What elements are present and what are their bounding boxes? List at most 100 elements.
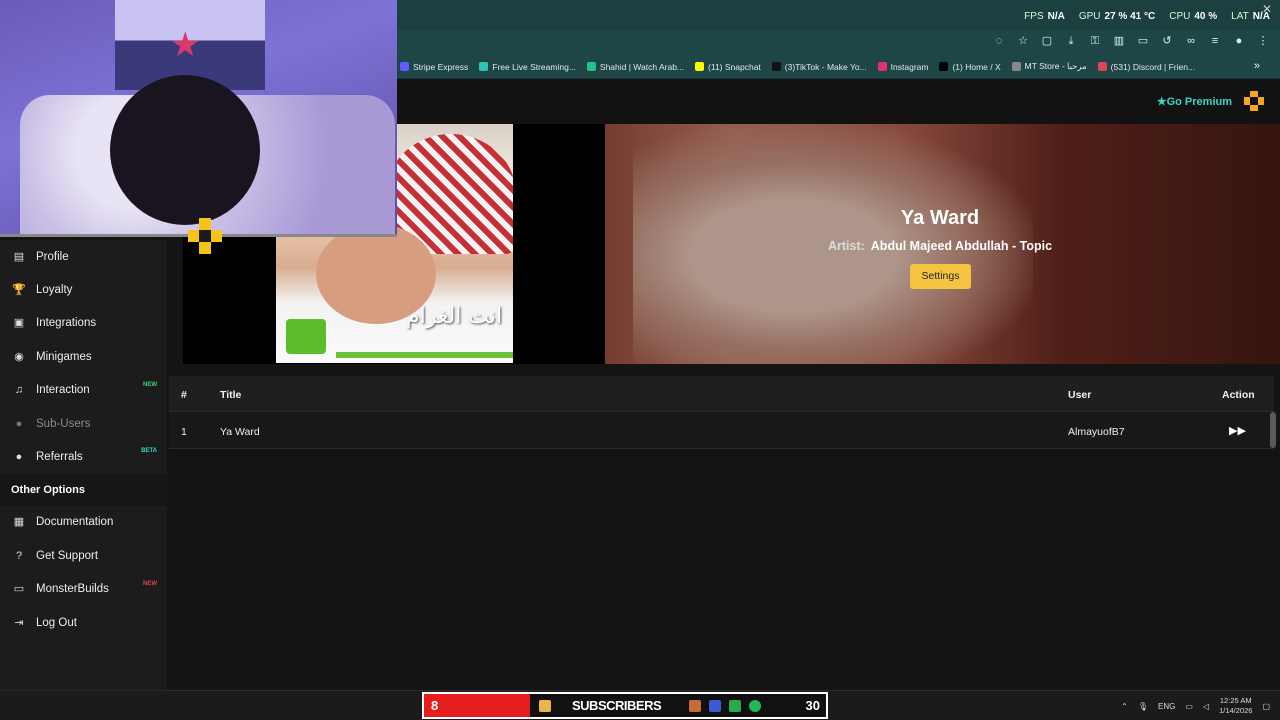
bookmark-label: (531) Discord | Frien... xyxy=(1110,61,1196,72)
artist-line: Artist: Abdul Majeed Abdullah - Topic xyxy=(780,239,1100,253)
chevron-right-icon[interactable]: » xyxy=(1254,60,1260,72)
sidebar-item-interaction[interactable]: ♫ Interaction NEW xyxy=(0,374,167,407)
taskbar: 8 SUBSCRIBERS 30 ⌃ 🎙 ENG ▭ ◁ 12:25 AM 1/… xyxy=(0,690,1280,720)
brand-logo-icon xyxy=(188,218,222,254)
go-premium-link[interactable]: ★Go Premium xyxy=(1157,95,1232,108)
spotify-icon[interactable] xyxy=(749,700,761,712)
toolbar-icons: ◌ ☆ ▢ ⤓ ⚿ ▥ ▭ ↺ ∞ ≡ ● ⋮ xyxy=(992,34,1270,48)
bookmark-favicon-icon xyxy=(877,62,887,71)
user-group-icon: ● xyxy=(15,451,23,464)
skip-forward-icon[interactable]: ▶▶ xyxy=(1229,424,1246,438)
sidebar-main-items: ▤ Profile 🏆 Loyalty ▣ Integrations ◉ Minigames ♫… xyxy=(0,240,167,474)
sidebar-item-label: Documentation xyxy=(36,516,114,529)
bookmark-item[interactable]: Instagram xyxy=(877,62,928,72)
microphone-icon[interactable]: 🎙 xyxy=(1138,702,1148,711)
row-user: AlmayuofB7 xyxy=(1068,426,1125,438)
reading-list-icon[interactable]: ≡ xyxy=(1208,34,1222,48)
folder-icon[interactable] xyxy=(539,700,551,712)
bookmark-label: Stripe Express xyxy=(413,61,469,72)
music-icon: ♫ xyxy=(14,384,24,397)
menu-icon[interactable]: ⋮ xyxy=(1256,34,1270,48)
sidebar-item-documentation[interactable]: ▦ Documentation xyxy=(0,506,167,539)
key-icon[interactable]: ⚿ xyxy=(1088,34,1102,48)
app-icon[interactable] xyxy=(709,700,721,712)
users-icon: ● xyxy=(15,417,23,430)
bookmark-favicon-icon xyxy=(771,62,781,71)
bookmark-favicon-icon xyxy=(479,62,489,71)
clock[interactable]: 12:25 AM 1/14/2026 xyxy=(1219,696,1252,716)
sidebar-badge: NEW xyxy=(143,381,157,388)
laptop-icon: ▭ xyxy=(13,583,25,596)
gpu-temp: 41 °C xyxy=(1130,11,1156,22)
header-action: Action xyxy=(1222,389,1255,401)
bookmark-favicon-icon xyxy=(695,62,705,71)
sidebar-item-referrals[interactable]: ● Referrals BETA xyxy=(0,440,167,473)
bookmark-item[interactable]: Stripe Express xyxy=(400,62,468,72)
row-title: Ya Ward xyxy=(220,426,260,438)
logo-icon[interactable] xyxy=(1244,91,1264,111)
counter-progress xyxy=(424,694,530,717)
bookmark-item[interactable]: (11) Snapchat xyxy=(695,62,761,72)
sidebar-item-monsterbuilds[interactable]: ▭ MonsterBuilds NEW xyxy=(0,573,167,606)
taskbar-apps xyxy=(539,700,551,712)
bookmark-favicon-icon xyxy=(400,62,409,71)
star-icon: ★ xyxy=(1156,96,1167,108)
link-icon[interactable]: ∞ xyxy=(1184,34,1198,48)
chevron-up-icon[interactable]: ⌃ xyxy=(1121,702,1128,711)
translate-icon[interactable]: ▥ xyxy=(1112,34,1126,48)
sidebar-item-get-support[interactable]: ? Get Support xyxy=(0,539,167,572)
sidebar-item-log-out[interactable]: ⇥ Log Out xyxy=(0,606,167,639)
close-window-icon[interactable]: ✕ xyxy=(1262,2,1272,16)
settings-button[interactable]: Settings xyxy=(910,264,971,289)
subscriber-counter: 8 SUBSCRIBERS 30 xyxy=(422,692,828,719)
bookmark-item[interactable]: Shahid | Watch Arab... xyxy=(586,62,684,72)
clock-time: 12:25 AM xyxy=(1219,696,1252,705)
bookmark-label: Free Live Streaming... xyxy=(492,61,576,72)
network-icon[interactable]: ▭ xyxy=(1185,702,1193,711)
sidebar-item-loyalty[interactable]: 🏆 Loyalty xyxy=(0,273,167,306)
performance-overlay: FPS N/A GPU 27 % 41 °C CPU 40 % LAT N/A xyxy=(1024,11,1270,22)
avatar-icon[interactable]: ● xyxy=(1232,34,1246,48)
cpu-label: CPU xyxy=(1169,11,1191,22)
subscriber-label: SUBSCRIBERS xyxy=(572,698,662,713)
taskbar-apps-right xyxy=(689,700,761,712)
bookmark-item[interactable]: (531) Discord | Frien... xyxy=(1097,61,1196,72)
fps-value: N/A xyxy=(1047,11,1065,22)
star-icon[interactable]: ☆ xyxy=(1016,34,1030,48)
bookmark-item[interactable]: (1) Home / X xyxy=(939,62,1001,72)
sidebar-item-integrations[interactable]: ▣ Integrations xyxy=(0,307,167,340)
bookmark-label: (3)TikTok - Make Yo... xyxy=(784,61,867,72)
sidebar-item-profile[interactable]: ▤ Profile xyxy=(0,240,167,273)
flag-star: ★ xyxy=(170,26,201,64)
table-row[interactable]: 1 Ya Ward AlmayuofB7 ▶▶ xyxy=(169,413,1274,449)
download-icon[interactable]: ⤓ xyxy=(1064,34,1078,48)
sidebar-item-minigames[interactable]: ◉ Minigames xyxy=(0,340,167,373)
track-title: Ya Ward xyxy=(900,207,980,229)
scrollbar[interactable] xyxy=(1270,412,1276,448)
app-icon[interactable] xyxy=(689,700,701,712)
logout-icon: ⇥ xyxy=(14,616,24,629)
eye-off-icon[interactable]: ◌ xyxy=(992,34,1006,48)
bookmark-label: MT Store - مرحبا xyxy=(1024,61,1087,71)
sidebar-item-label: Log Out xyxy=(36,616,77,629)
sidebar-item-label: Interaction xyxy=(36,384,90,397)
sidebar-item-sub-users[interactable]: ● Sub-Users xyxy=(0,407,167,440)
card-icon[interactable]: ▭ xyxy=(1136,34,1150,48)
bookmark-favicon-icon xyxy=(1011,62,1021,71)
gpu-label: GPU xyxy=(1078,11,1101,22)
trophy-icon: 🏆 xyxy=(12,284,26,297)
system-tray: ⌃ 🎙 ENG ▭ ◁ 12:25 AM 1/14/2026 ▢ xyxy=(1121,691,1270,720)
sidebar-item-label: Profile xyxy=(36,250,69,263)
bookmark-item[interactable]: Free Live Streaming... xyxy=(479,62,576,72)
history-icon[interactable]: ↺ xyxy=(1160,34,1174,48)
bookmark-item[interactable]: (3)TikTok - Make Yo... xyxy=(771,61,867,72)
language-indicator[interactable]: ENG xyxy=(1158,702,1175,711)
sidebar-badge: NEW xyxy=(143,580,157,587)
bookmark-item[interactable]: MT Store - مرحبا xyxy=(1011,61,1087,72)
bookmarks-list: Stripe Express Free Live Streaming... Shah… xyxy=(400,54,1195,79)
bookmark-favicon-icon xyxy=(939,62,949,71)
notification-icon[interactable]: ▢ xyxy=(1262,702,1270,711)
extensions-icon[interactable]: ▢ xyxy=(1040,34,1054,48)
xbox-icon[interactable] xyxy=(729,700,741,712)
volume-icon[interactable]: ◁ xyxy=(1203,702,1209,711)
